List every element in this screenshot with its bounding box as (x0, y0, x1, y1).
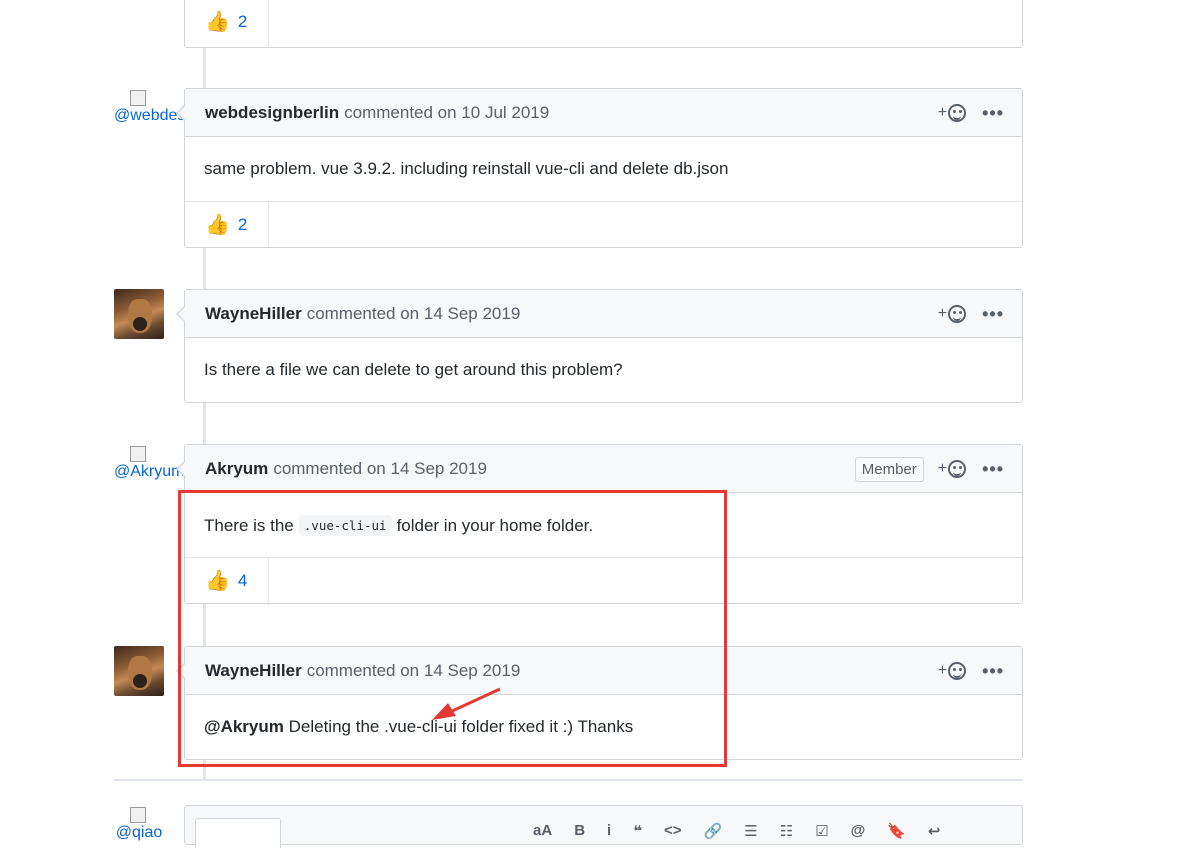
comment-header: Akryum commented on 14 Sep 2019 Member +… (185, 445, 1022, 493)
bold-button[interactable]: B (574, 822, 585, 840)
member-badge: Member (854, 456, 924, 482)
more-options-button[interactable]: ••• (982, 304, 1004, 325)
add-reaction-button[interactable]: + (938, 662, 967, 680)
comment-card: webdesignberlin commented on 10 Jul 2019… (176, 88, 1023, 248)
add-reaction-button[interactable]: + (938, 104, 967, 122)
more-options-button[interactable]: ••• (982, 661, 1004, 682)
avatar[interactable] (114, 289, 164, 339)
comment-card: WayneHiller commented on 14 Sep 2019 + •… (176, 289, 1023, 403)
comment-author-link[interactable]: WayneHiller (205, 304, 302, 324)
more-options-button[interactable]: ••• (982, 459, 1004, 480)
add-reaction-button[interactable]: + (938, 460, 967, 478)
thumbs-up-icon: 👍 (205, 213, 230, 236)
reply-button[interactable]: ↩ (928, 822, 941, 840)
task-list-button[interactable]: ☑ (815, 822, 828, 840)
avatar[interactable]: @Akryum (114, 446, 184, 496)
avatar[interactable] (114, 646, 164, 696)
thumbs-up-reaction[interactable]: 👍 2 (185, 0, 269, 46)
smiley-icon (948, 662, 967, 680)
broken-image-icon (130, 90, 146, 106)
add-reaction-button[interactable]: + (938, 305, 967, 323)
new-comment-editor: aA B i ❝ <> 🔗 ☰ ☷ ☑ @ 🔖 ↩ (184, 805, 1023, 848)
comment-author-link[interactable]: webdesignberlin (205, 103, 339, 123)
more-options-button[interactable]: ••• (982, 103, 1004, 124)
comment-timestamp[interactable]: commented on 10 Jul 2019 (344, 103, 549, 123)
reaction-count: 2 (237, 12, 248, 31)
reaction-count: 2 (237, 214, 248, 234)
write-tab[interactable] (195, 818, 281, 848)
comment-card: 👍 2 (184, 0, 1023, 48)
reactions-bar: 👍 2 (185, 0, 1022, 46)
mention-button[interactable]: @ (851, 822, 866, 840)
annotation-box (178, 490, 727, 767)
bulleted-list-button[interactable]: ☰ (744, 822, 757, 840)
link-button[interactable]: 🔗 (704, 822, 723, 840)
thumbs-up-reaction[interactable]: 👍 2 (185, 202, 269, 247)
avatar[interactable]: @webdesign (114, 90, 207, 140)
smiley-icon (948, 104, 967, 122)
quote-button[interactable]: ❝ (633, 822, 642, 840)
comment-header: WayneHiller commented on 14 Sep 2019 + •… (185, 290, 1022, 338)
italic-button[interactable]: i (607, 822, 611, 840)
smiley-icon (948, 305, 967, 323)
reference-button[interactable]: 🔖 (887, 822, 906, 840)
comment-timestamp[interactable]: commented on 14 Sep 2019 (307, 304, 521, 324)
numbered-list-button[interactable]: ☷ (780, 822, 793, 840)
comment-author-link[interactable]: Akryum (205, 459, 268, 479)
comment-body: same problem. vue 3.9.2. including reins… (204, 159, 729, 178)
avatar[interactable]: @qiao (114, 807, 164, 857)
broken-image-icon (130, 446, 146, 462)
avatar-alt-text: @Akryum (114, 463, 185, 480)
comment-header: webdesignberlin commented on 10 Jul 2019… (185, 89, 1022, 137)
thumbs-up-icon: 👍 (205, 11, 230, 33)
code-button[interactable]: <> (664, 822, 682, 840)
comment-body: Is there a file we can delete to get aro… (204, 360, 623, 379)
comment-timestamp[interactable]: commented on 14 Sep 2019 (273, 459, 487, 479)
smiley-icon (948, 460, 967, 478)
broken-image-icon (130, 807, 146, 823)
avatar-alt-text: @qiao (115, 824, 163, 841)
reactions-bar: 👍 2 (185, 201, 1022, 247)
timeline-divider (114, 779, 1023, 781)
markdown-toolbar: aA B i ❝ <> 🔗 ☰ ☷ ☑ @ 🔖 ↩ (533, 822, 941, 840)
header-text-button[interactable]: aA (533, 822, 552, 840)
